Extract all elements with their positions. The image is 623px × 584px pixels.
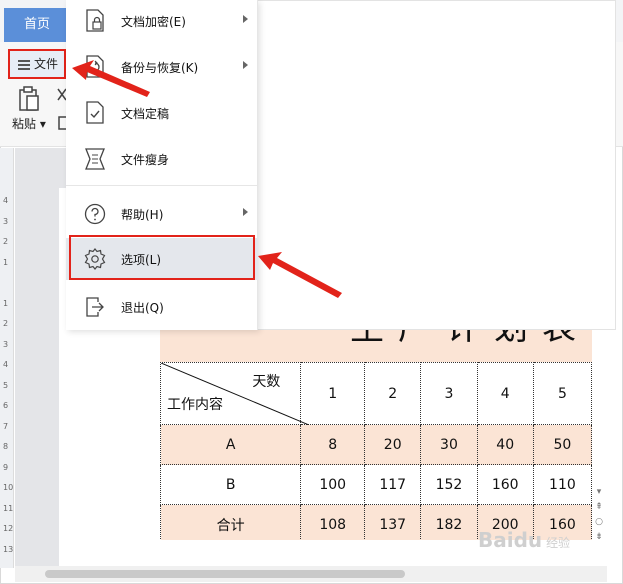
arrow-to-options bbox=[258, 252, 342, 298]
annotation-arrows bbox=[72, 60, 342, 298]
arrow-to-file-menu bbox=[72, 60, 150, 97]
